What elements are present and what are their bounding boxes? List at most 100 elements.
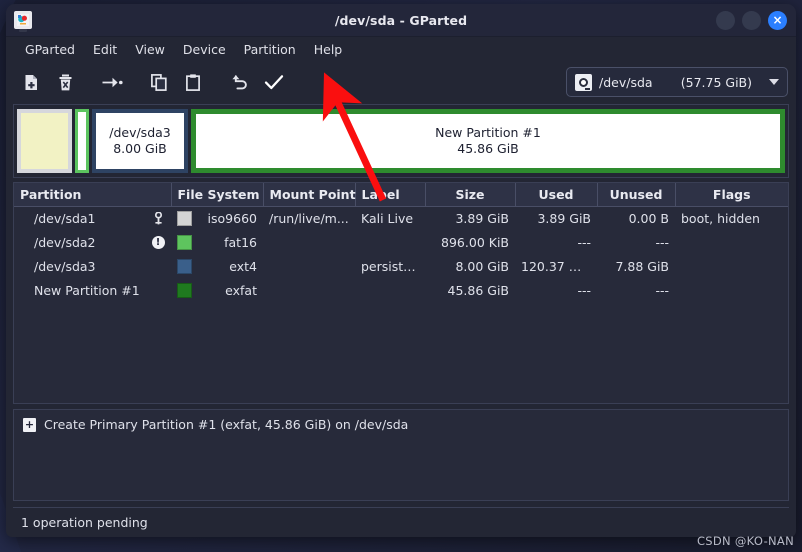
graphic-block-sda1[interactable] — [17, 109, 72, 173]
cell-filesystem: exfat — [171, 278, 263, 302]
cell-size: 896.00 KiB — [441, 234, 509, 250]
window-title: /dev/sda - GParted — [334, 12, 468, 28]
pending-operations-panel: + Create Primary Partition #1 (exfat, 45… — [13, 409, 789, 501]
graphic-block-sda2[interactable] — [75, 109, 89, 173]
filesystem-color-swatch — [177, 234, 192, 250]
col-header-flags[interactable]: Flags — [675, 183, 788, 207]
col-header-label[interactable]: Label — [355, 183, 426, 207]
gparted-app-icon — [14, 11, 32, 32]
col-header-mountpoint[interactable]: Mount Point — [263, 183, 356, 207]
table-row[interactable]: /dev/sda1 iso9660 /run/live/m... Kali Li… — [14, 206, 788, 230]
warning-icon: ! — [151, 235, 165, 249]
graphic-block-new-partition[interactable]: New Partition #1 45.86 GiB — [191, 109, 785, 173]
window-controls: × — [716, 10, 796, 30]
cell-flags — [675, 254, 788, 278]
cell-filesystem: fat16 — [171, 230, 263, 254]
cell-used: --- — [577, 282, 591, 298]
cell-mountpoint — [263, 278, 355, 302]
window-maximize-button[interactable] — [742, 10, 761, 30]
cell-flags — [675, 278, 788, 302]
delete-partition-icon — [59, 74, 71, 90]
cell-mountpoint — [263, 230, 355, 254]
watermark-text: CSDN @KO-NAN — [696, 534, 794, 548]
cell-partition: /dev/sda1 — [14, 206, 171, 230]
device-selector[interactable]: /dev/sda (57.75 GiB) — [566, 67, 788, 97]
cell-used: --- — [577, 234, 591, 250]
operation-description: Create Primary Partition #1 (exfat, 45.8… — [44, 417, 409, 432]
col-header-used[interactable]: Used — [515, 183, 598, 207]
toolbar: /dev/sda (57.75 GiB) — [6, 62, 796, 102]
cell-size: 45.86 GiB — [447, 282, 510, 298]
table-row[interactable]: /dev/sda2 ! fat16 896.00 KiB --- --- — [14, 230, 788, 254]
col-header-filesystem[interactable]: File System — [171, 183, 264, 207]
menu-device[interactable]: Device — [174, 40, 235, 59]
cell-partition: /dev/sda3 — [14, 254, 171, 278]
cell-label: persistence — [361, 258, 425, 274]
harddisk-icon — [575, 73, 592, 91]
filesystem-color-swatch — [177, 210, 192, 226]
graphic-block-sda3[interactable]: /dev/sda3 8.00 GiB — [92, 109, 188, 173]
graphic-block-new-size: 45.86 GiB — [457, 141, 519, 156]
table-header-row: Partition File System Mount Point Label … — [14, 183, 788, 207]
gparted-window: /dev/sda - GParted × GParted Edit View D… — [6, 4, 796, 537]
cell-filesystem: iso9660 — [171, 206, 263, 230]
cell-used: 120.37 MiB — [521, 258, 592, 274]
cell-size: 8.00 GiB — [455, 258, 509, 274]
graphic-block-sda3-name: /dev/sda3 — [109, 125, 171, 141]
filesystem-name: fat16 — [224, 234, 257, 250]
cell-mountpoint — [263, 254, 355, 278]
cell-used: 3.89 GiB — [537, 210, 591, 226]
undo-icon — [231, 74, 247, 89]
cell-filesystem: ext4 — [171, 254, 263, 278]
cell-label: Kali Live — [361, 210, 414, 226]
cell-label — [355, 230, 425, 254]
graphic-block-sda3-size: 8.00 GiB — [113, 141, 167, 156]
window-titlebar[interactable]: /dev/sda - GParted × — [6, 4, 796, 37]
cell-unused: 0.00 B — [628, 210, 669, 226]
partition-table: Partition File System Mount Point Label … — [14, 183, 788, 302]
operation-item[interactable]: + Create Primary Partition #1 (exfat, 45… — [23, 417, 779, 432]
cell-flags — [675, 230, 788, 254]
copy-icon — [151, 73, 167, 91]
menu-edit[interactable]: Edit — [84, 40, 126, 59]
cell-flags: boot, hidden — [681, 210, 760, 226]
window-minimize-button[interactable] — [716, 10, 735, 30]
menu-help[interactable]: Help — [305, 40, 352, 59]
resize-move-button[interactable] — [95, 68, 129, 96]
cell-partition: /dev/sda2 ! — [14, 230, 171, 254]
filesystem-name: iso9660 — [207, 210, 257, 226]
cell-unused: --- — [655, 282, 669, 298]
partition-name: /dev/sda2 — [34, 234, 96, 250]
undo-button[interactable] — [223, 68, 257, 96]
desktop-background: /dev/sda - GParted × GParted Edit View D… — [0, 0, 802, 552]
cell-partition: New Partition #1 — [14, 278, 171, 302]
menu-gparted[interactable]: GParted — [16, 40, 84, 59]
new-partition-button[interactable] — [14, 68, 48, 96]
chevron-down-icon[interactable] — [769, 79, 779, 85]
col-header-size[interactable]: Size — [425, 183, 516, 207]
menu-view[interactable]: View — [126, 40, 174, 59]
delete-partition-button[interactable] — [48, 68, 82, 96]
menu-partition[interactable]: Partition — [235, 40, 305, 59]
filesystem-name: ext4 — [229, 258, 257, 274]
plus-icon: + — [23, 417, 36, 432]
resize-move-icon — [102, 77, 123, 87]
apply-checkmark-icon — [264, 74, 284, 89]
filesystem-name: exfat — [225, 282, 257, 298]
paste-button[interactable] — [176, 68, 210, 96]
partition-name: /dev/sda1 — [34, 210, 96, 226]
window-close-button[interactable]: × — [768, 10, 787, 30]
cell-size: 3.89 GiB — [455, 210, 509, 226]
cell-unused: 7.88 GiB — [615, 258, 669, 274]
col-header-unused[interactable]: Unused — [597, 183, 676, 207]
cell-unused: --- — [655, 234, 669, 250]
col-header-partition[interactable]: Partition — [14, 183, 172, 207]
partition-graphic: /dev/sda3 8.00 GiB New Partition #1 45.8… — [13, 104, 789, 178]
apply-operations-button[interactable] — [257, 68, 291, 96]
table-row[interactable]: /dev/sda3 ext4 persistence 8. — [14, 254, 788, 278]
copy-button[interactable] — [142, 68, 176, 96]
partition-name: New Partition #1 — [34, 282, 140, 298]
table-row[interactable]: New Partition #1 exfat 45.86 GiB --- --- — [14, 278, 788, 302]
menubar: GParted Edit View Device Partition Help — [6, 37, 796, 62]
filesystem-color-swatch — [177, 258, 192, 274]
